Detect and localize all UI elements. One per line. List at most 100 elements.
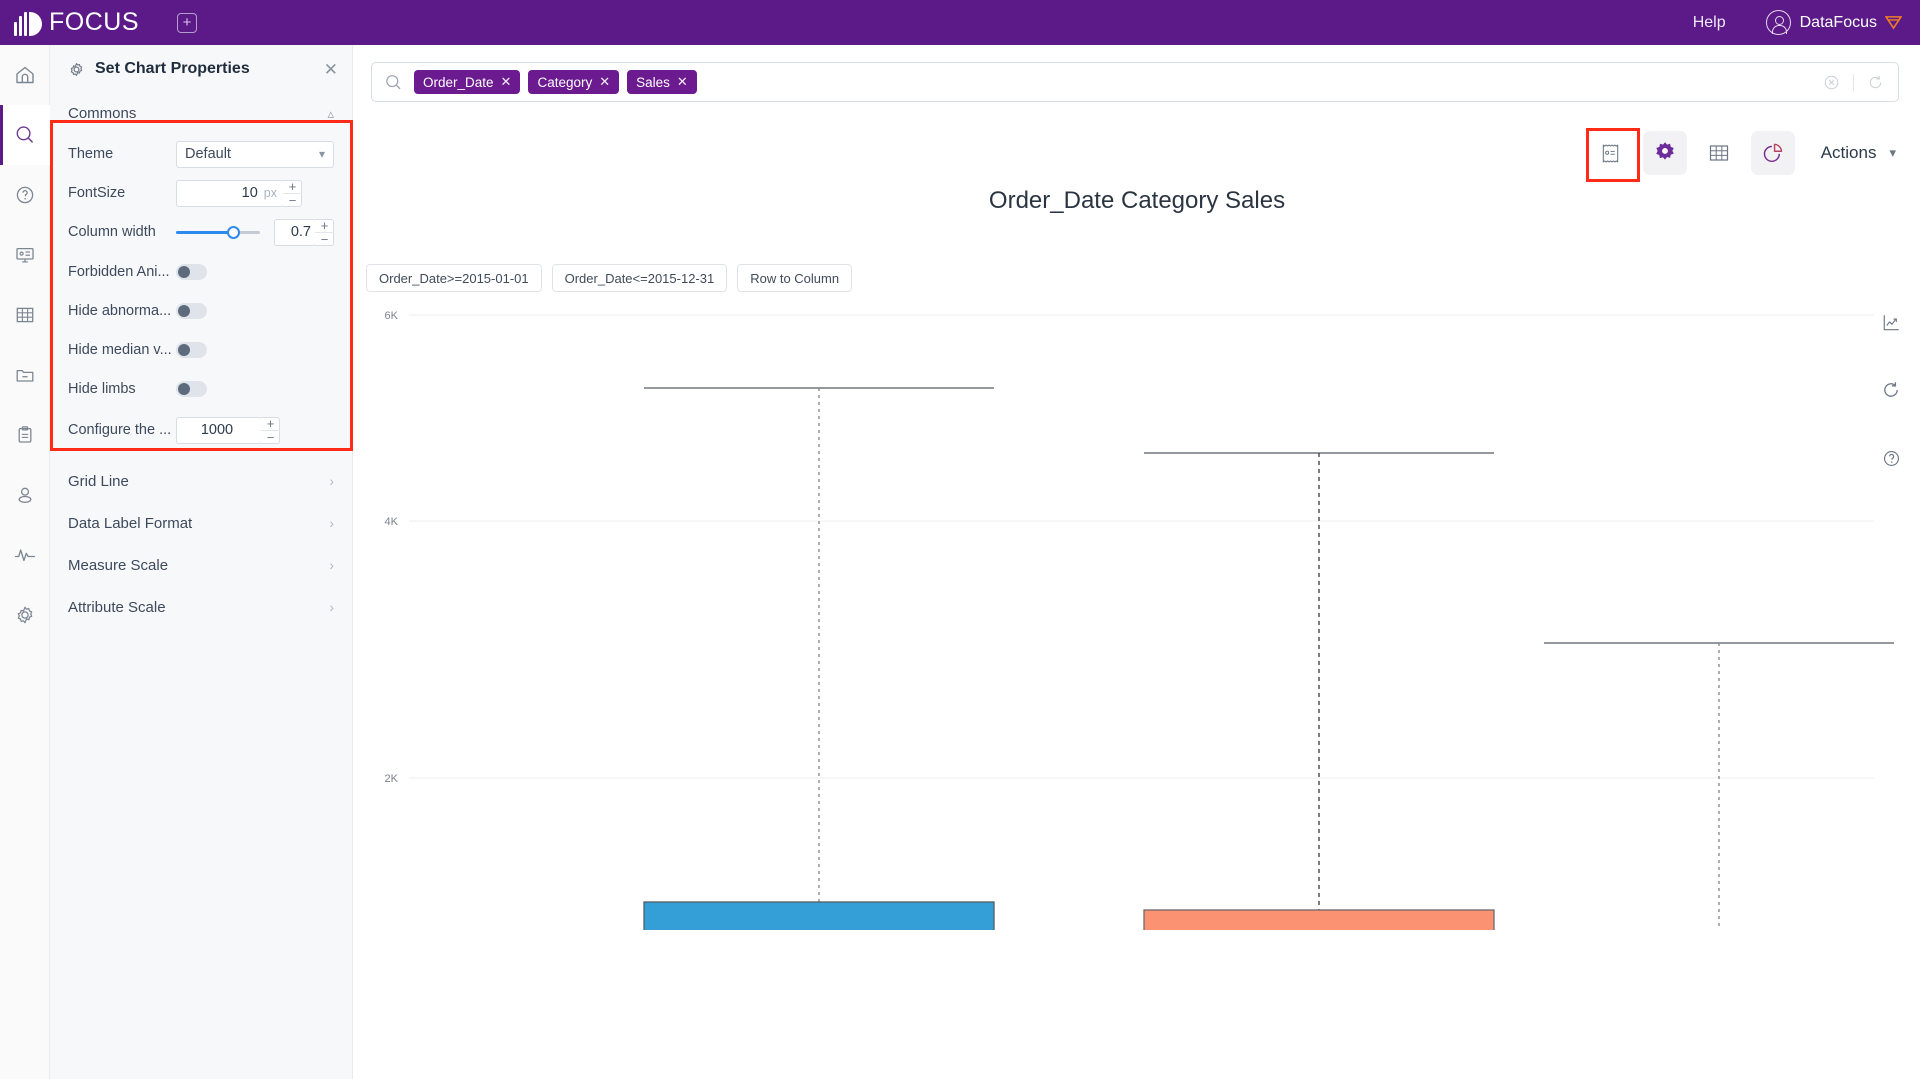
fontsize-increment[interactable]: + xyxy=(283,180,302,194)
search-bar-actions xyxy=(1823,73,1890,91)
column-width-increment[interactable]: + xyxy=(315,219,334,233)
fontsize-decrement[interactable]: − xyxy=(283,194,302,207)
table-grid-icon xyxy=(1709,145,1728,161)
close-icon[interactable]: ✕ xyxy=(677,74,688,90)
fontsize-stepper[interactable]: + − xyxy=(283,179,302,207)
search-token-order-date[interactable]: Order_Date ✕ xyxy=(414,70,521,94)
section-grid-line[interactable]: Grid Line › xyxy=(50,460,352,502)
forbidden-animation-row: Forbidden Ani... xyxy=(50,256,352,288)
answer-view-button[interactable] xyxy=(1589,131,1633,175)
table-grid-icon xyxy=(16,307,34,323)
hide-median-toggle[interactable] xyxy=(176,342,207,358)
close-icon[interactable]: ✕ xyxy=(599,74,610,90)
slider-handle[interactable] xyxy=(227,225,240,239)
configure-value: 1000 xyxy=(200,422,234,438)
app-logo[interactable]: FOCUS xyxy=(14,8,139,37)
pulse-icon xyxy=(14,549,36,562)
sidebar-item-clipboard[interactable] xyxy=(0,405,50,465)
sidebar-item-settings[interactable] xyxy=(0,585,50,645)
hide-limbs-toggle[interactable] xyxy=(176,381,207,397)
configure-stepper[interactable]: + − xyxy=(261,416,280,444)
y-tick-label: 4K xyxy=(385,516,399,528)
column-width-value: 0.7 xyxy=(290,224,311,240)
box-body xyxy=(1143,909,1495,930)
box-furniture[interactable]: Furniture_SUM Sales xyxy=(1143,452,1495,930)
presentation-icon xyxy=(16,247,34,263)
actions-menu-button[interactable]: Actions ▾ xyxy=(1821,143,1896,163)
hide-abnormal-label: Hide abnorma... xyxy=(68,303,172,319)
close-icon[interactable]: ✕ xyxy=(501,74,512,90)
clipboard-icon xyxy=(18,426,32,443)
chart-toolbar: Actions ▾ xyxy=(1579,131,1896,175)
gear-icon xyxy=(70,62,83,76)
box-plot-svg[interactable]: 6K 4K 2K 0 Technology_SUM Sales xyxy=(354,300,1920,930)
sidebar-item-folder[interactable] xyxy=(0,345,50,405)
actions-label: Actions xyxy=(1820,143,1877,162)
column-width-stepper[interactable]: + − xyxy=(315,218,334,246)
top-header-bar: FOCUS + Help DataFocus xyxy=(0,0,1920,45)
plus-square-icon[interactable]: + xyxy=(177,12,197,33)
search-token-sales[interactable]: Sales ✕ xyxy=(627,70,697,94)
column-width-decrement[interactable]: − xyxy=(315,233,334,246)
brand-gem-icon xyxy=(1885,16,1902,30)
chevron-right-icon: › xyxy=(329,515,334,531)
section-commons-label: Commons xyxy=(68,105,137,122)
fontsize-input[interactable]: 10 px xyxy=(176,179,284,207)
chart-properties-button[interactable] xyxy=(1642,131,1687,175)
configure-decrement[interactable]: − xyxy=(261,431,280,444)
chevron-right-icon: › xyxy=(329,473,334,489)
header-right-group: Help DataFocus xyxy=(1693,10,1902,35)
receipt-icon xyxy=(1603,144,1619,162)
search-token-category[interactable]: Category ✕ xyxy=(528,70,620,94)
sidebar-item-search[interactable] xyxy=(0,105,50,165)
close-icon[interactable]: ✕ xyxy=(324,61,338,78)
row-to-column-button[interactable]: Row to Column xyxy=(737,264,853,292)
user-menu[interactable]: DataFocus xyxy=(1765,10,1902,35)
configure-input[interactable]: 1000 xyxy=(176,416,262,444)
fontsize-unit: px xyxy=(263,186,277,200)
theme-row: Theme Default ▾ xyxy=(50,138,352,170)
refresh-icon[interactable] xyxy=(1867,74,1884,91)
chevron-up-icon: ▵ xyxy=(327,105,334,121)
slider-track[interactable] xyxy=(176,225,260,239)
section-attribute-scale[interactable]: Attribute Scale › xyxy=(50,586,352,628)
section-measure-scale[interactable]: Measure Scale › xyxy=(50,544,352,586)
forbidden-animation-toggle[interactable] xyxy=(176,264,207,280)
box-plot-chart: 6K 4K 2K 0 Technology_SUM Sales xyxy=(354,300,1920,930)
pie-chart-icon xyxy=(1764,143,1783,162)
chevron-down-icon: ▾ xyxy=(1889,145,1896,160)
column-width-input[interactable]: 0.7 xyxy=(274,218,316,246)
filter-chip-order-date-end[interactable]: Order_Date<=2015-12-31 xyxy=(551,264,728,292)
box-technology[interactable]: Technology_SUM Sales xyxy=(643,387,995,930)
theme-select[interactable]: Default ▾ xyxy=(176,140,334,168)
sidebar-item-home[interactable] xyxy=(0,45,50,105)
box-body xyxy=(643,901,995,930)
section-data-label-format[interactable]: Data Label Format › xyxy=(50,502,352,544)
sidebar-item-monitor[interactable] xyxy=(0,525,50,585)
filter-chip-order-date-start[interactable]: Order_Date>=2015-01-01 xyxy=(366,264,542,292)
clear-circle-icon[interactable] xyxy=(1823,74,1840,91)
box-office-supplies[interactable]: Office Supplies_SUM Sales xyxy=(1544,642,1894,930)
sidebar-item-account[interactable] xyxy=(0,465,50,525)
divider xyxy=(1853,73,1854,91)
y-tick-label: 6K xyxy=(385,310,399,322)
help-link[interactable]: Help xyxy=(1693,14,1726,32)
configure-row: Configure the ... 1000 + − xyxy=(50,414,352,446)
sidebar-item-tables[interactable] xyxy=(0,285,50,345)
chart-properties-panel: Set Chart Properties ✕ Commons ▵ Theme D… xyxy=(50,45,353,1079)
chevron-right-icon: › xyxy=(329,599,334,615)
question-circle-icon xyxy=(16,186,34,204)
search-icon xyxy=(16,126,34,143)
theme-label: Theme xyxy=(68,146,114,162)
chart-type-button[interactable] xyxy=(1750,131,1795,175)
y-axis: 6K 4K 2K 0 xyxy=(385,310,1874,785)
column-width-slider[interactable] xyxy=(176,225,260,239)
table-view-button[interactable] xyxy=(1697,131,1741,175)
token-label: Order_Date xyxy=(423,74,494,90)
configure-increment[interactable]: + xyxy=(261,417,280,431)
sidebar-item-presentation[interactable] xyxy=(0,225,50,285)
sidebar-item-help[interactable] xyxy=(0,165,50,225)
hide-abnormal-toggle[interactable] xyxy=(176,303,207,319)
search-bar[interactable]: Order_Date ✕ Category ✕ Sales ✕ xyxy=(371,62,1899,102)
section-commons-header[interactable]: Commons ▵ xyxy=(50,93,352,134)
